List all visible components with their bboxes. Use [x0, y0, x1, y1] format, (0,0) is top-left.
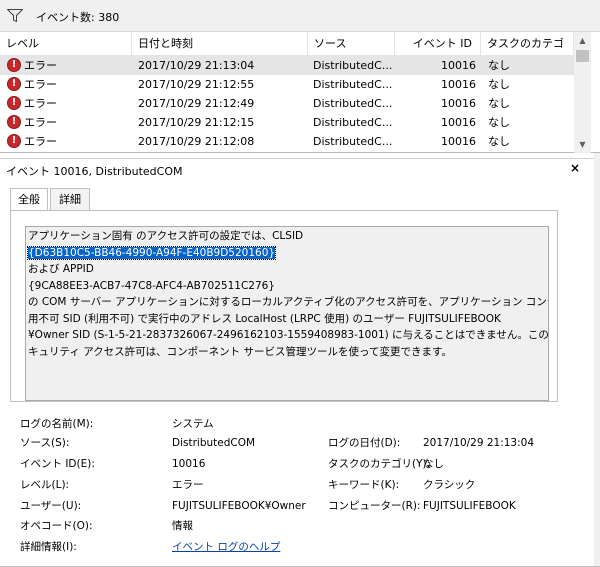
level-text: エラー — [24, 135, 57, 148]
cell-source: DistributedC... — [313, 97, 393, 110]
task-category-label: タスクのカテゴリ(Y): — [328, 458, 431, 470]
scroll-down-icon[interactable]: ▼ — [574, 136, 591, 153]
cell-event-id: 10016 — [441, 97, 476, 110]
description-line: および APPID — [28, 263, 94, 275]
cell-date: 2017/10/29 21:12:55 — [138, 78, 255, 91]
cell-category: なし — [488, 59, 510, 72]
description-line: キュリティ アクセス許可は、コンポーネント サービス管理ツールを使って変更できま… — [28, 345, 452, 358]
cell-category: なし — [488, 135, 510, 148]
error-icon: ! — [7, 77, 21, 91]
level-text: エラー — [24, 97, 57, 110]
cell-date: 2017/10/29 21:12:08 — [138, 135, 255, 148]
description-line: の COM サーバー アプリケーションに対するローカルアクティブ化のアクセス許可… — [28, 296, 549, 308]
description-line: {D63B10C5-BB46-4990-A94F-E40B9D520160} — [26, 245, 546, 262]
scroll-thumb[interactable] — [576, 50, 589, 62]
source-value: DistributedCOM — [172, 437, 256, 449]
close-icon[interactable]: × — [570, 161, 580, 175]
table-row[interactable]: ! エラー 2017/10/29 21:12:15 DistributedC...… — [0, 113, 574, 132]
logged-value: 2017/10/29 21:13:04 — [423, 437, 535, 449]
column-header-date[interactable]: 日付と時刻 — [132, 32, 308, 56]
tab-general[interactable]: 全般 — [10, 188, 48, 211]
cell-level: ! エラー — [6, 75, 130, 94]
cell-event-id: 10016 — [441, 135, 476, 148]
log-name-value: システム — [172, 418, 214, 430]
error-icon: ! — [7, 96, 21, 110]
level-text: エラー — [24, 78, 57, 91]
detail-title: イベント 10016, DistributedCOM — [6, 165, 183, 178]
event-list: レベル 日付と時刻 ソース イベント ID タスクのカテゴリ !エラー 2017… — [0, 32, 600, 153]
cell-event-id: 10016 — [441, 116, 476, 129]
opcode-value: 情報 — [172, 520, 193, 532]
column-header-event-id[interactable]: イベント ID — [395, 32, 481, 56]
cell-source: DistributedC... — [313, 59, 393, 72]
table-row[interactable]: ! エラー 2017/10/29 21:12:49 DistributedC...… — [0, 94, 574, 113]
more-info-label: 詳細情報(I): — [20, 541, 77, 553]
error-icon: ! — [7, 115, 21, 129]
table-row[interactable]: ! エラー 2017/10/29 21:12:08 DistributedC...… — [0, 132, 574, 151]
cell-level: ! エラー — [6, 113, 130, 132]
column-header-source[interactable]: ソース — [308, 32, 395, 56]
selected-clsid: {D63B10C5-BB46-4990-A94F-E40B9D520160} — [26, 245, 277, 260]
event-count: イベント数: 380 — [36, 11, 120, 24]
cell-category: なし — [488, 78, 510, 91]
computer-label: コンピューター(R): — [328, 500, 421, 512]
user-value: FUJITSULIFEBOOK¥Owner — [172, 500, 306, 512]
cell-source: DistributedC... — [313, 116, 393, 129]
event-id-label: イベント ID(E): — [20, 458, 95, 470]
source-label: ソース(S): — [20, 437, 70, 449]
level-text: エラー — [24, 59, 57, 72]
cell-category: なし — [488, 116, 510, 129]
event-id-value: 10016 — [172, 458, 206, 470]
cell-source: DistributedC... — [313, 78, 393, 91]
column-header-task-category[interactable]: タスクのカテゴリ — [481, 32, 574, 74]
level-value: エラー — [172, 479, 204, 491]
cell-category: なし — [488, 97, 510, 110]
cell-source: DistributedC... — [313, 135, 393, 148]
error-icon: ! — [7, 58, 21, 72]
description-line: {9CA88EE3-ACB7-47C8-AFC4-AB702511C276} — [28, 279, 275, 292]
description-line: ¥Owner SID (S-1-5-21-2837326067-24961621… — [28, 329, 549, 341]
detail-header: イベント 10016, DistributedCOM × — [0, 158, 594, 180]
cell-level: ! エラー — [6, 94, 130, 113]
list-body: ! エラー 2017/10/29 21:13:04 DistributedC...… — [0, 56, 574, 153]
error-icon: ! — [7, 134, 21, 148]
table-row[interactable]: ! エラー 2017/10/29 21:13:04 DistributedC...… — [0, 56, 574, 75]
cell-date: 2017/10/29 21:12:15 — [138, 116, 255, 129]
opcode-label: オペコード(O): — [20, 520, 93, 532]
event-log-help-link[interactable]: イベント ログのヘルプ — [172, 539, 280, 555]
cell-level: ! エラー — [6, 56, 130, 75]
keywords-value: クラシック — [423, 479, 476, 491]
description-line: 用不可 SID (利用不可) で実行中のアドレス LocalHost (LRPC… — [28, 312, 501, 325]
cell-event-id: 10016 — [441, 78, 476, 91]
tab-details[interactable]: 詳細 — [50, 188, 90, 210]
cell-date: 2017/10/29 21:12:49 — [138, 97, 255, 110]
column-header-level[interactable]: レベル — [0, 32, 132, 56]
table-row[interactable]: ! エラー 2017/10/29 21:12:55 DistributedC...… — [0, 75, 574, 94]
filter-bar: イベント数: 380 — [0, 0, 600, 32]
level-text: エラー — [24, 116, 57, 129]
filter-icon[interactable] — [7, 9, 23, 22]
list-header: レベル 日付と時刻 ソース イベント ID タスクのカテゴリ — [0, 32, 574, 74]
description-line: アプリケーション固有 のアクセス許可の設定では、CLSID — [28, 230, 304, 242]
logged-label: ログの日付(D): — [328, 437, 401, 449]
task-category-value: なし — [423, 458, 444, 470]
cell-date: 2017/10/29 21:13:04 — [138, 59, 255, 72]
cell-event-id: 10016 — [441, 59, 476, 72]
log-name-label: ログの名前(M): — [20, 418, 94, 430]
cell-level: ! エラー — [6, 132, 130, 151]
keywords-label: キーワード(K): — [328, 479, 400, 491]
event-description[interactable]: アプリケーション固有 のアクセス許可の設定では、CLSID {D63B10C5-B… — [25, 226, 549, 401]
scroll-up-icon[interactable]: ▲ — [574, 32, 591, 49]
user-label: ユーザー(U): — [20, 500, 82, 512]
computer-value: FUJITSULIFEBOOK — [423, 500, 516, 512]
list-scrollbar[interactable]: ▲ ▼ — [574, 32, 591, 153]
detail-scroll-track — [594, 153, 600, 567]
level-label: レベル(L): — [20, 479, 70, 491]
